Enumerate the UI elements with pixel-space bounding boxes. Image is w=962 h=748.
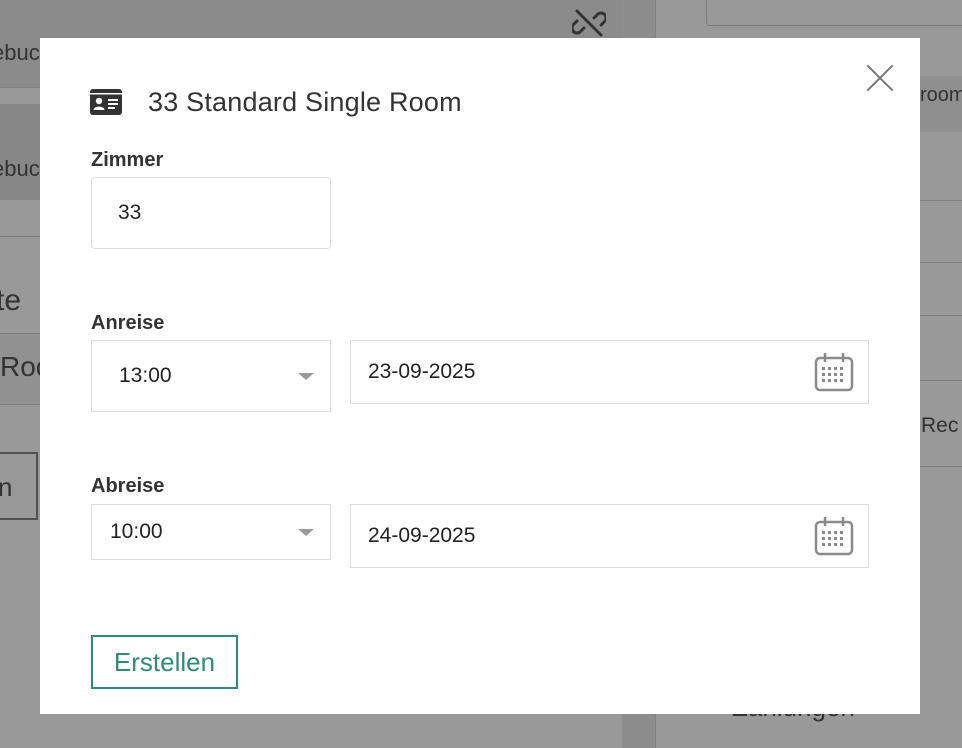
create-booking-modal: 33 Standard Single Room Zimmer 33 Anreis… — [40, 38, 920, 714]
arrival-date-value: 23-09-2025 — [368, 360, 476, 383]
id-card-icon — [90, 89, 122, 115]
modal-title: 33 Standard Single Room — [148, 86, 462, 117]
arrival-label: Anreise — [91, 312, 165, 334]
chevron-down-icon — [298, 529, 314, 536]
departure-label: Abreise — [91, 475, 165, 497]
arrival-date-input[interactable]: 23-09-2025 — [350, 340, 869, 404]
calendar-icon[interactable] — [814, 516, 854, 556]
room-input[interactable]: 33 — [91, 177, 331, 249]
arrival-time-value: 13:00 — [119, 364, 172, 387]
close-icon[interactable] — [864, 62, 896, 94]
departure-date-input[interactable]: 24-09-2025 — [350, 504, 869, 568]
departure-time-select[interactable]: 10:00 — [91, 504, 331, 560]
create-button[interactable]: Erstellen — [91, 635, 238, 689]
modal-header: 33 Standard Single Room — [90, 84, 462, 120]
calendar-icon[interactable] — [814, 352, 854, 392]
room-value: 33 — [118, 201, 142, 224]
room-label: Zimmer — [91, 149, 164, 171]
chevron-down-icon — [298, 373, 314, 380]
departure-time-value: 10:00 — [110, 520, 163, 543]
arrival-time-select[interactable]: 13:00 — [91, 340, 331, 412]
departure-date-value: 24-09-2025 — [368, 524, 476, 547]
